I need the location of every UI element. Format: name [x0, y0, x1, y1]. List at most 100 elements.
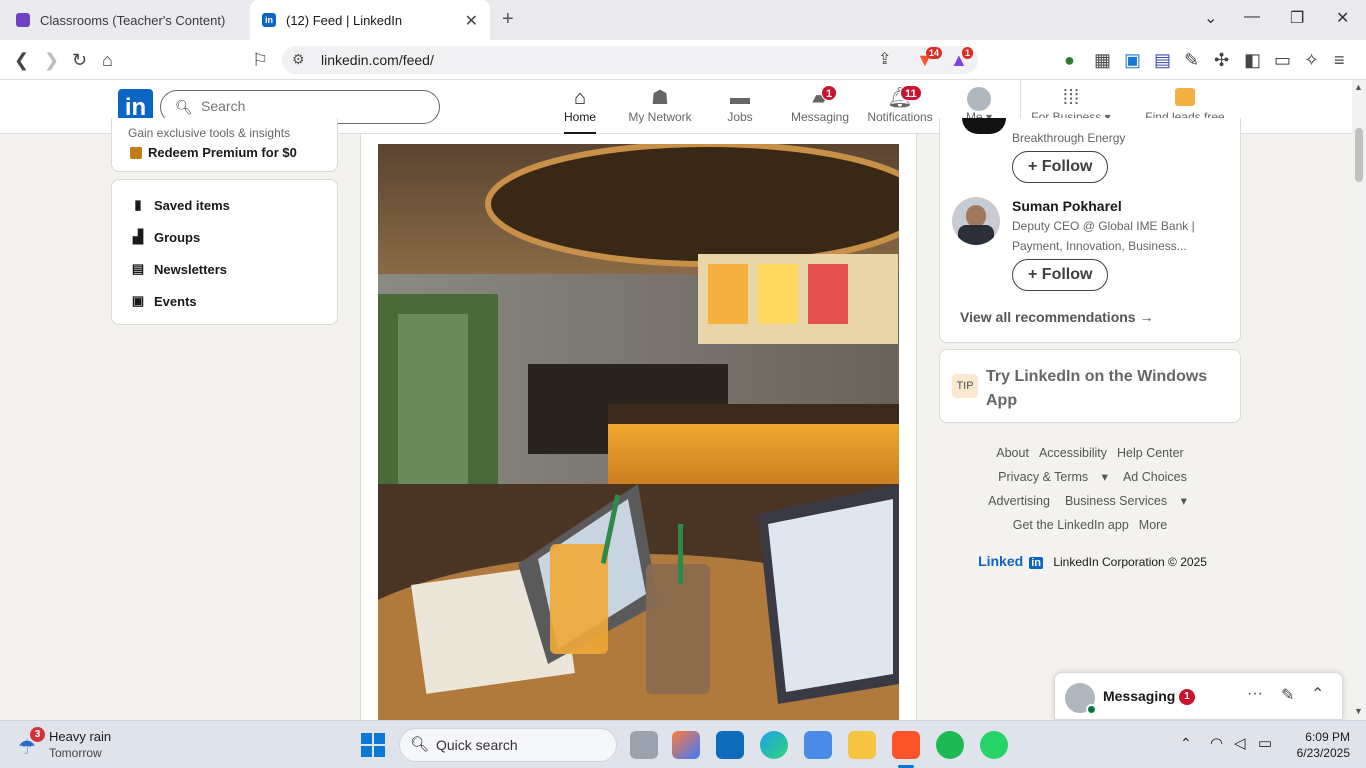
footer-accessibility-link[interactable]: Accessibility — [1039, 446, 1107, 460]
qr-code-icon[interactable]: ▦ — [1094, 49, 1111, 71]
sidebar-icon[interactable]: ◧ — [1244, 49, 1261, 71]
extensions-puzzle-icon[interactable]: ✣ — [1214, 49, 1229, 71]
brave-browser-icon[interactable] — [892, 731, 920, 759]
more-options-icon[interactable]: ··· — [1247, 685, 1263, 703]
new-tab-icon[interactable]: + — [502, 8, 514, 31]
follow-button[interactable]: + Follow — [1012, 151, 1109, 183]
spotify-icon[interactable] — [936, 731, 964, 759]
tab-linkedin-feed[interactable]: in (12) Feed | LinkedIn ✕ — [250, 0, 490, 40]
extension-tools-icon[interactable]: ▤ — [1154, 49, 1171, 71]
page-scrollbar[interactable]: ▲ ▼ — [1352, 80, 1366, 720]
home-browser-icon[interactable]: ⌂ — [102, 49, 113, 71]
rewards-badge: 1 — [962, 47, 974, 59]
footer-get-app-link[interactable]: Get the LinkedIn app — [1013, 518, 1129, 532]
screen-capture-icon[interactable]: ▣ — [1124, 49, 1141, 71]
follow-button[interactable]: + Follow — [1012, 259, 1109, 291]
groups-link[interactable]: ▟ Groups — [112, 221, 337, 253]
file-explorer-icon[interactable] — [848, 731, 876, 759]
maximize-icon[interactable]: ❐ — [1290, 8, 1304, 28]
site-settings-icon[interactable]: ⚙ — [292, 51, 305, 68]
saved-items-link[interactable]: ▮ Saved items — [112, 189, 337, 221]
redeem-premium-link[interactable]: Redeem Premium for $0 — [130, 145, 297, 160]
cafe-photo — [378, 144, 899, 720]
groups-icon: ▟ — [133, 229, 143, 244]
network-icon: ☗ — [651, 87, 669, 109]
post-image[interactable] — [378, 144, 899, 720]
leo-ai-icon[interactable]: ✧ — [1304, 49, 1319, 71]
nav-home[interactable]: ⌂ Home — [564, 84, 596, 134]
footer-help-center-link[interactable]: Help Center — [1117, 446, 1184, 460]
copilot-icon[interactable] — [672, 731, 700, 759]
tab-title: Classrooms (Teacher's Content) | Stud — [40, 12, 230, 28]
windows-start-icon[interactable] — [361, 733, 385, 757]
windows-app-tip-card[interactable]: TIP Try LinkedIn on the Windows App — [939, 349, 1241, 423]
wallet-icon[interactable]: ▭ — [1274, 49, 1291, 71]
taskbar-search[interactable]: 🔍︎ Quick search — [399, 728, 617, 762]
footer-about-link[interactable]: About — [996, 446, 1029, 460]
back-icon[interactable]: ❮ — [14, 49, 29, 71]
battery-icon[interactable]: ▭ — [1258, 734, 1272, 752]
clock[interactable]: 6:09 PM 6/23/2025 — [1290, 729, 1350, 761]
footer-advertising-link[interactable]: Advertising — [988, 494, 1050, 508]
wifi-icon[interactable]: ◠ — [1210, 734, 1223, 752]
tip-line: Try LinkedIn on the Windows — [986, 368, 1208, 385]
events-link[interactable]: ▣ Events — [112, 285, 337, 317]
close-window-icon[interactable]: ✕ — [1336, 8, 1349, 28]
arrow-right-icon: → — [1139, 309, 1154, 325]
bookmark-filled-icon: ▮ — [134, 197, 142, 212]
scrollbar-thumb[interactable] — [1355, 128, 1363, 182]
clock-date: 6/23/2025 — [1296, 746, 1350, 760]
footer-ad-choices-link[interactable]: Ad Choices — [1123, 470, 1187, 484]
footer-more-link[interactable]: More — [1139, 518, 1167, 532]
scroll-up-icon[interactable]: ▲ — [1354, 82, 1363, 92]
nav-jobs[interactable]: ▬ Jobs — [722, 84, 758, 130]
weather-widget[interactable]: ☂ 3 Heavy rain Tomorrow — [14, 727, 134, 763]
compose-icon[interactable]: ✎ — [1281, 685, 1294, 705]
follow-label: Follow — [1041, 158, 1093, 175]
search-icon: 🔍︎ — [410, 736, 430, 753]
menu-icon[interactable]: ≡ — [1334, 49, 1345, 71]
eyedropper-icon[interactable]: ✎ — [1184, 49, 1199, 71]
close-tab-icon[interactable]: ✕ — [465, 11, 478, 31]
nav-my-network[interactable]: ☗ My Network — [624, 84, 696, 130]
reload-icon[interactable]: ↻ — [72, 49, 87, 71]
search-icon: 🔍︎ — [175, 99, 193, 115]
link-label: Saved items — [154, 197, 230, 213]
volume-icon[interactable]: ◁ — [1234, 734, 1246, 752]
scroll-down-icon[interactable]: ▼ — [1354, 706, 1363, 716]
extension-globe-icon[interactable]: ● — [1064, 49, 1075, 71]
share-icon[interactable]: ⇪ — [878, 49, 891, 71]
search-input[interactable] — [201, 98, 421, 114]
tip-text: Try LinkedIn on the Windows App — [986, 365, 1207, 413]
forward-icon[interactable]: ❯ — [44, 49, 59, 71]
view-all-recommendations-link[interactable]: View all recommendations → — [960, 309, 1153, 325]
nav-notifications[interactable]: 🔔︎ Notifications 11 — [864, 84, 936, 130]
chevron-down-icon: ▾ — [1101, 470, 1108, 484]
chevron-up-icon[interactable]: ⌃ — [1311, 684, 1324, 704]
nav-label: Messaging — [790, 110, 850, 124]
view-all-label: View all recommendations — [960, 309, 1136, 325]
rec2-name[interactable]: Suman Pokharel — [1012, 198, 1122, 214]
edge-icon[interactable] — [760, 731, 788, 759]
outlook-icon[interactable] — [716, 731, 744, 759]
suman-avatar[interactable] — [952, 197, 1000, 245]
nav-messaging[interactable]: ▰ Messaging 1 — [789, 84, 851, 130]
footer-business-services-link[interactable]: Business Services ▾ — [1060, 494, 1192, 508]
tray-chevron-icon[interactable]: ⌃ — [1180, 735, 1192, 752]
bookmark-icon[interactable]: ⚐ — [252, 49, 268, 71]
messaging-overlay[interactable]: Messaging 1 ··· ✎ ⌃ — [1054, 672, 1343, 720]
nav-label: My Network — [628, 110, 692, 124]
tab-classrooms[interactable]: Classrooms (Teacher's Content) | Stud — [0, 0, 246, 40]
online-status-icon — [1086, 704, 1097, 715]
whatsapp-icon[interactable] — [980, 731, 1008, 759]
newsletters-link[interactable]: ▤ Newsletters — [112, 253, 337, 285]
minimize-icon[interactable]: — — [1244, 8, 1260, 26]
task-view-icon[interactable] — [630, 731, 658, 759]
tab-list-chevron-icon[interactable]: ⌄ — [1204, 8, 1217, 28]
footer-privacy-terms-link[interactable]: Privacy & Terms ▾ — [993, 470, 1113, 484]
wordmark-text: Linked — [978, 553, 1024, 569]
rec2-headline-line1: Deputy CEO @ Global IME Bank | — [1012, 219, 1195, 233]
store-icon[interactable] — [804, 731, 832, 759]
nav-label: Jobs — [727, 110, 753, 124]
address-bar[interactable]: ⚙ linkedin.com/feed/ ⇪ — [282, 46, 978, 74]
